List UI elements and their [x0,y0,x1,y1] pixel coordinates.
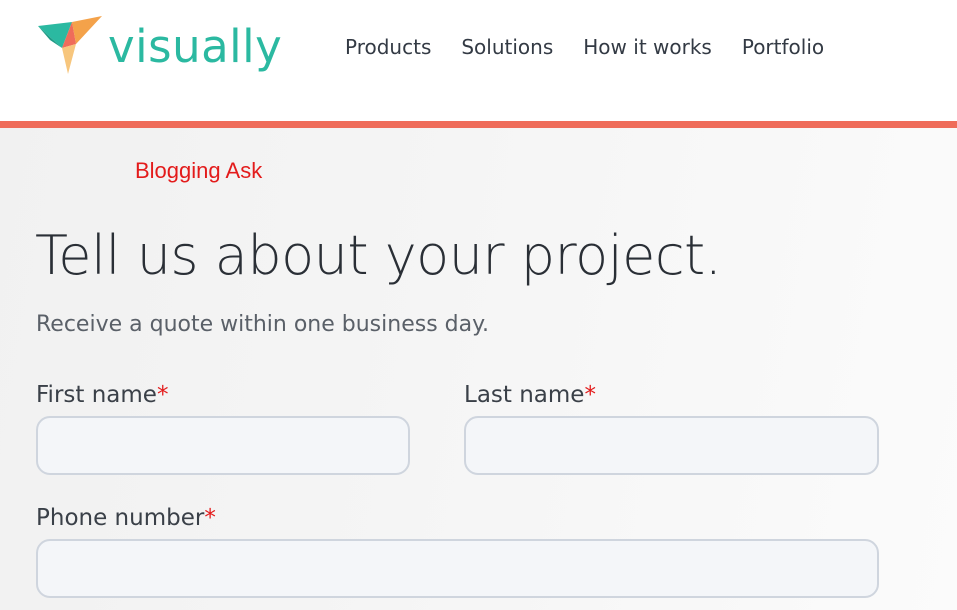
last-name-label: Last name* [464,382,596,408]
first-name-label-text: First name [36,382,157,408]
first-name-label: First name* [36,382,168,408]
annotation-label: Blogging Ask [135,158,263,183]
first-name-field[interactable] [36,416,410,475]
nav-item-portfolio[interactable]: Portfolio [742,35,824,59]
required-asterisk: * [156,382,169,408]
page-title: Tell us about your project. [35,224,722,287]
logo-link[interactable]: visually [36,14,282,76]
last-name-field[interactable] [464,416,879,475]
phone-number-label-text: Phone number [36,505,205,531]
quote-form-section: Blogging Ask Tell us about your project.… [0,128,957,610]
main-nav: Products Solutions How it works Portfoli… [345,35,854,59]
nav-item-solutions[interactable]: Solutions [461,35,553,59]
phone-number-label: Phone number* [36,505,216,531]
folded-triangle-logo-icon [38,16,102,74]
nav-item-products[interactable]: Products [345,35,431,59]
last-name-label-text: Last name [464,382,585,408]
brand-wordmark: visually [108,20,283,73]
site-header: visually Products Solutions How it works… [0,0,957,121]
nav-item-how-it-works[interactable]: How it works [583,35,712,59]
page-subtitle: Receive a quote within one business day. [36,312,489,337]
required-asterisk: * [584,382,596,408]
required-asterisk: * [204,505,216,531]
header-accent-bar [0,121,957,128]
phone-number-field[interactable] [36,539,879,598]
